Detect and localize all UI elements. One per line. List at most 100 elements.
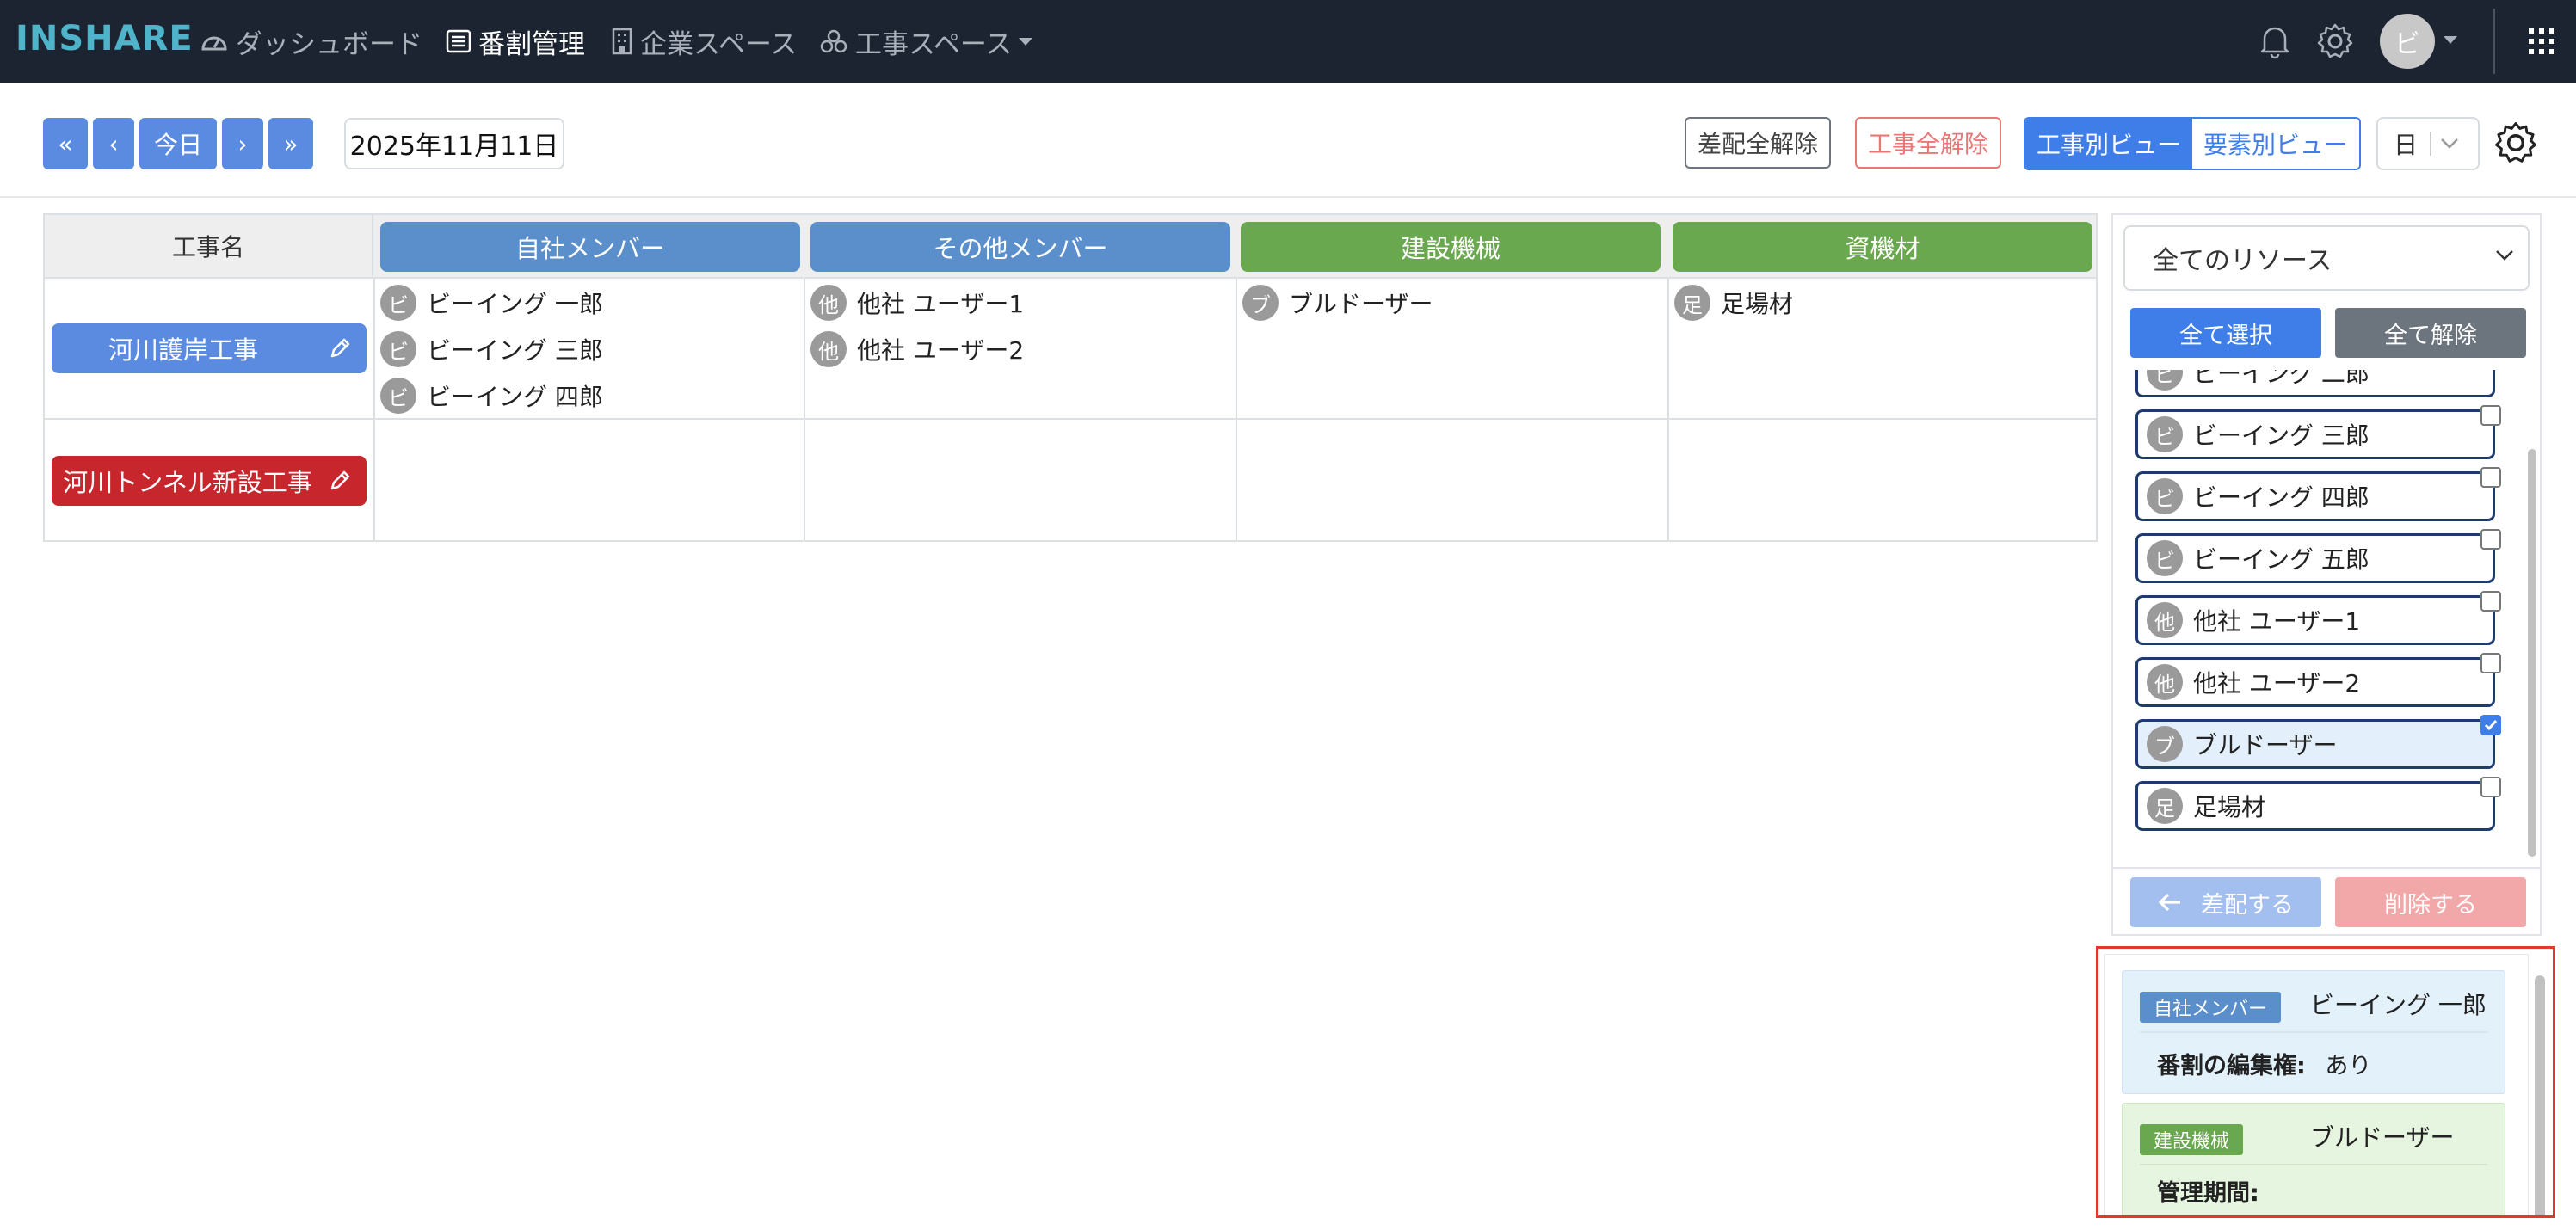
nav-company-space-label: 企業スペース — [640, 28, 798, 60]
resource-avatar: ブ — [1242, 285, 1279, 321]
resource-filter-value: 全てのリソース — [2153, 246, 2333, 276]
resource-list[interactable]: ビ ビーイング 二郎 ビ ビーイング 三郎 ビ ビーイング 四郎 ビ ビーイング… — [2113, 370, 2540, 867]
resource-name: ビーイング 四郎 — [2193, 483, 2370, 512]
notifications-button[interactable] — [2252, 19, 2297, 64]
apps-button[interactable] — [2519, 19, 2564, 64]
nav-project-space[interactable]: 工事スペース — [819, 21, 1033, 62]
check-icon — [2484, 720, 2498, 731]
resource-filter-select[interactable]: 全てのリソース — [2123, 225, 2530, 291]
card-divider — [2140, 1164, 2487, 1165]
deselect-all-button[interactable]: 全て解除 — [2335, 308, 2526, 358]
first-page-button[interactable]: « — [43, 118, 88, 169]
nav-assignment[interactable]: 番割管理 — [446, 21, 585, 62]
user-avatar[interactable]: ビ — [2380, 14, 2435, 69]
resource-name: 他社 ユーザー2 — [857, 336, 1025, 365]
column-divider — [1236, 279, 1237, 540]
resource-list-item[interactable]: ビ ビーイング 三郎 — [2135, 405, 2501, 459]
pencil-icon[interactable] — [327, 468, 353, 494]
dashboard-gauge-icon — [201, 36, 227, 51]
project-button-river-revetment[interactable]: 河川護岸工事 — [52, 323, 367, 373]
today-button[interactable]: 今日 — [139, 118, 217, 169]
resource-checkbox[interactable] — [2480, 591, 2501, 612]
clear-all-assignments-button[interactable]: 差配全解除 — [1685, 117, 1831, 169]
assigned-resource[interactable]: ブ ブルドーザー — [1242, 282, 1433, 323]
resource-checkbox[interactable] — [2480, 777, 2501, 797]
resource-name: 他社 ユーザー1 — [857, 290, 1025, 318]
select-all-button[interactable]: 全て選択 — [2130, 308, 2321, 358]
assigned-resource[interactable]: ビ ビーイング 四郎 — [380, 375, 603, 416]
user-menu-chevron-icon[interactable] — [2444, 36, 2457, 44]
assigned-resource[interactable]: ビ ビーイング 一郎 — [380, 282, 603, 323]
project-button-river-tunnel[interactable]: 河川トンネル新設工事 — [52, 456, 367, 506]
clear-all-projects-button[interactable]: 工事全解除 — [1855, 117, 2001, 169]
pencil-icon[interactable] — [327, 335, 353, 361]
resource-list-item[interactable]: ビ ビーイング 四郎 — [2135, 467, 2501, 521]
view-by-element-button[interactable]: 要素別ビュー — [2192, 119, 2359, 169]
chevron-down-icon — [1019, 37, 1033, 46]
resource-checkbox[interactable] — [2480, 467, 2501, 488]
resource-name: 他社 ユーザー1 — [2193, 607, 2361, 636]
settings-button[interactable] — [2313, 19, 2357, 64]
resource-avatar: 足 — [1674, 285, 1710, 321]
nav-project-space-label: 工事スペース — [855, 28, 1013, 60]
assigned-resource[interactable]: ビ ビーイング 三郎 — [380, 329, 603, 370]
assigned-resource[interactable]: 他 他社 ユーザー2 — [810, 329, 1024, 370]
resource-panel: 全てのリソース 全て選択 全て解除 ビ ビーイング 二郎 ビ ビーイング 三郎 … — [2111, 213, 2542, 936]
resource-avatar: ビ — [2147, 370, 2183, 391]
resource-avatar: 足 — [2147, 788, 2183, 824]
assigned-resource[interactable]: 他 他社 ユーザー1 — [810, 282, 1024, 323]
last-page-button[interactable]: » — [268, 118, 313, 169]
card-divider — [2140, 1031, 2487, 1033]
brand-logo[interactable]: INSHARE — [15, 19, 194, 58]
category-badge: 建設機械 — [2140, 1124, 2244, 1155]
column-header-own-members: 自社メンバー — [380, 222, 800, 272]
time-unit-select[interactable]: 日 — [2376, 117, 2480, 170]
resource-list-item[interactable]: ブ ブルドーザー — [2135, 715, 2501, 769]
resource-checkbox[interactable] — [2480, 653, 2501, 673]
resource-name: ビーイング 三郎 — [2193, 421, 2370, 450]
next-button[interactable]: › — [222, 118, 263, 169]
delete-button[interactable]: 削除する — [2335, 877, 2526, 927]
details-scrollbar[interactable] — [2535, 975, 2545, 1215]
date-field[interactable]: 2025年11月11日 — [344, 118, 564, 169]
gear-icon[interactable] — [2493, 120, 2538, 165]
resource-checkbox[interactable] — [2480, 529, 2501, 550]
project-name-label: 河川トンネル新設工事 — [63, 468, 312, 497]
view-by-project-button[interactable]: 工事別ビュー — [2025, 119, 2192, 169]
column-header-other-members: その他メンバー — [810, 222, 1230, 272]
chevron-down-icon — [2496, 250, 2513, 261]
resource-details-panel: 自社メンバー ビーイング 一郎 番割の編集権: あり 建設機械 ブルドーザー 管… — [2096, 946, 2555, 1218]
bell-icon — [2260, 27, 2289, 59]
resource-avatar: ビ — [380, 378, 416, 414]
nav-dashboard-label: ダッシュボード — [236, 28, 422, 60]
resource-name: ビーイング 三郎 — [427, 336, 603, 365]
prev-button[interactable]: ‹ — [93, 118, 134, 169]
resource-name: ブルドーザー — [2193, 731, 2338, 760]
category-badge: 自社メンバー — [2140, 992, 2282, 1023]
resource-list-item[interactable]: ビ ビーイング 二郎 — [2135, 370, 2495, 397]
resource-list-scrollbar[interactable] — [2528, 449, 2536, 857]
building-icon — [612, 28, 632, 55]
resource-name: 足場材 — [2193, 793, 2266, 821]
resource-checkbox-checked[interactable] — [2480, 715, 2501, 735]
resource-avatar: ビ — [380, 285, 416, 321]
resource-avatar: 他 — [810, 331, 847, 367]
row-divider — [45, 418, 2096, 420]
resource-name: ビーイング 五郎 — [2193, 545, 2370, 574]
resource-avatar: ビ — [2147, 416, 2183, 452]
apps-grid-icon — [2529, 28, 2554, 54]
nav-dashboard[interactable]: ダッシュボード — [200, 21, 422, 62]
resource-list-item[interactable]: 他 他社 ユーザー2 — [2135, 653, 2501, 707]
resource-checkbox[interactable] — [2480, 405, 2501, 426]
resource-list-item[interactable]: 他 他社 ユーザー1 — [2135, 591, 2501, 645]
resource-list-item[interactable]: ビ ビーイング 五郎 — [2135, 529, 2501, 583]
nav-company-space[interactable]: 企業スペース — [611, 21, 797, 62]
detail-value: 未設定 — [2176, 1210, 2246, 1215]
detail-resource-name: ブルドーザー — [2310, 1123, 2455, 1152]
detail-edit-permission: 番割の編集権: あり — [2157, 1047, 2371, 1080]
assigned-resource[interactable]: 足 足場材 — [1674, 282, 1793, 323]
gear-icon — [2317, 23, 2353, 58]
assign-button[interactable]: 差配する — [2130, 877, 2321, 927]
detail-card-machine: 建設機械 ブルドーザー 管理期間: 未設定 — [2122, 1103, 2505, 1215]
resource-list-item[interactable]: 足 足場材 — [2135, 777, 2501, 831]
